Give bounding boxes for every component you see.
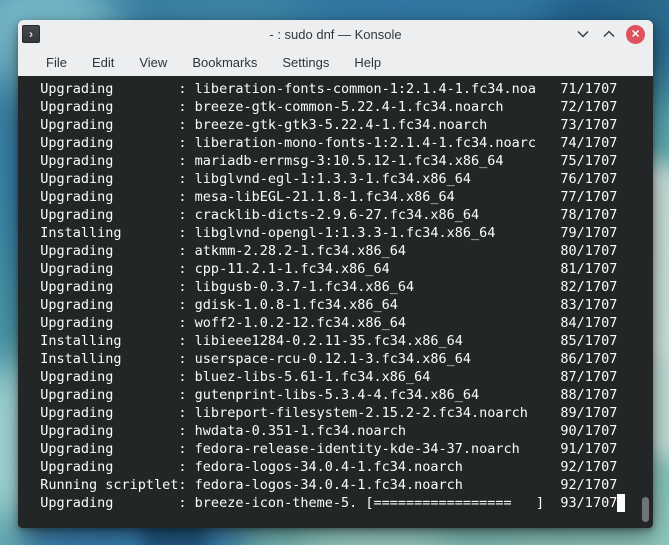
minimize-button[interactable]	[574, 25, 592, 43]
menu-bar: File Edit View Bookmarks Settings Help	[18, 48, 653, 76]
menu-item-file[interactable]: File	[43, 53, 70, 72]
menu-item-bookmarks[interactable]: Bookmarks	[189, 53, 260, 72]
terminal-cursor	[617, 494, 626, 512]
konsole-window: › - : sudo dnf — Konsole File Edit View …	[18, 20, 653, 528]
menu-item-edit[interactable]: Edit	[89, 53, 117, 72]
window-titlebar[interactable]: › - : sudo dnf — Konsole	[18, 20, 653, 48]
maximize-button[interactable]	[600, 25, 618, 43]
terminal-line: Running scriptlet: fedora-logos-34.0.4-1…	[24, 477, 618, 493]
terminal-line: Upgrading : hwdata-0.351-1.fc34.noarch 9…	[24, 423, 618, 439]
konsole-icon[interactable]: ›	[22, 25, 40, 43]
terminal-line: Upgrading : breeze-icon-theme-5. [======…	[24, 494, 653, 512]
terminal-line: Upgrading : atkmm-2.28.2-1.fc34.x86_64 8…	[24, 243, 618, 259]
terminal-viewport[interactable]: Upgrading : liberation-fonts-common-1:2.…	[18, 76, 653, 528]
terminal-line: Upgrading : gdisk-1.0.8-1.fc34.x86_64 83…	[24, 297, 618, 313]
menu-item-help[interactable]: Help	[351, 53, 384, 72]
close-icon	[631, 25, 640, 43]
terminal-line: Upgrading : libgusb-0.3.7-1.fc34.x86_64 …	[24, 279, 618, 295]
terminal-line: Upgrading : mariadb-errmsg-3:10.5.12-1.f…	[24, 153, 618, 169]
terminal-line: Upgrading : mesa-libEGL-21.1.8-1.fc34.x8…	[24, 189, 618, 205]
terminal-line: Upgrading : liberation-mono-fonts-1:2.1.…	[24, 135, 618, 151]
terminal-line: Upgrading : cracklib-dicts-2.9.6-27.fc34…	[24, 207, 618, 223]
terminal-line: Upgrading : gutenprint-libs-5.3.4-4.fc34…	[24, 387, 618, 403]
terminal-line: Installing : userspace-rcu-0.12.1-3.fc34…	[24, 351, 618, 367]
terminal-line: Upgrading : breeze-gtk-common-5.22.4-1.f…	[24, 99, 618, 115]
terminal-line: Upgrading : fedora-release-identity-kde-…	[24, 441, 618, 457]
scrollbar-handle[interactable]	[642, 497, 649, 522]
menu-item-view[interactable]: View	[136, 53, 170, 72]
terminal-line: Upgrading : fedora-logos-34.0.4-1.fc34.n…	[24, 459, 618, 475]
terminal-line: Upgrading : breeze-gtk-gtk3-5.22.4-1.fc3…	[24, 117, 618, 133]
terminal-line: Upgrading : libreport-filesystem-2.15.2-…	[24, 405, 618, 421]
chevron-up-icon	[603, 30, 615, 38]
close-button[interactable]	[626, 24, 645, 44]
terminal-line: Upgrading : bluez-libs-5.61-1.fc34.x86_6…	[24, 369, 618, 385]
window-title: - : sudo dnf — Konsole	[269, 26, 402, 42]
terminal-line: Installing : libglvnd-opengl-1:1.3.3-1.f…	[24, 225, 618, 241]
terminal-line: Installing : libieee1284-0.2.11-35.fc34.…	[24, 333, 618, 349]
terminal-line: Upgrading : cpp-11.2.1-1.fc34.x86_64 81/…	[24, 261, 618, 277]
terminal-line: Upgrading : libglvnd-egl-1:1.3.3-1.fc34.…	[24, 171, 618, 187]
chevron-down-icon	[577, 30, 589, 38]
terminal-line: Upgrading : liberation-fonts-common-1:2.…	[24, 81, 618, 97]
terminal-body: Upgrading : liberation-fonts-common-1:2.…	[24, 80, 653, 512]
menu-item-settings[interactable]: Settings	[279, 53, 332, 72]
terminal-line: Upgrading : woff2-1.0.2-12.fc34.x86_64 8…	[24, 315, 618, 331]
window-controls	[574, 20, 645, 48]
